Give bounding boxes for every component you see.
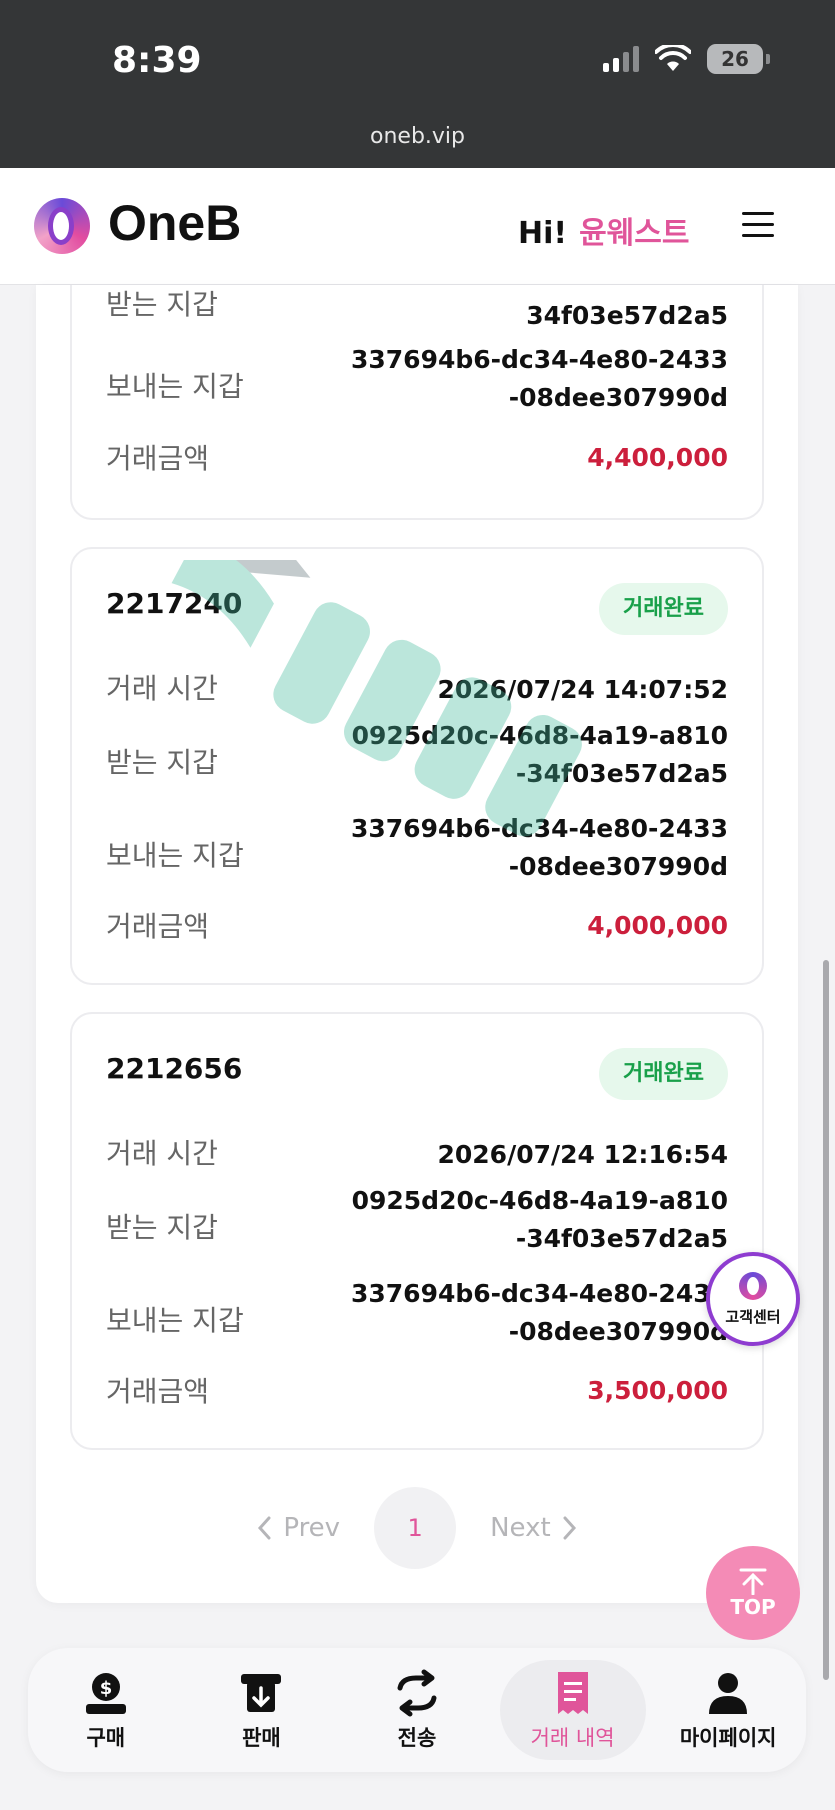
amount-label: 거래금액 (106, 1375, 210, 1408)
transaction-id: 2212656 (106, 1052, 243, 1085)
brand-name[interactable]: OneB (108, 194, 241, 252)
receive-wallet-value: 0925d20c-46d8-4a19-a810-34f03e57d2a5 (351, 1186, 728, 1253)
prev-label: Prev (283, 1513, 341, 1543)
username: 윤웨스트 (579, 216, 690, 251)
next-page-button[interactable]: Next (490, 1513, 577, 1543)
nav-item-buy[interactable]: $ 구매 (33, 1660, 179, 1760)
nav-label: 구매 (86, 1726, 126, 1750)
scroll-top-button[interactable]: TOP (706, 1546, 800, 1640)
chevron-right-icon (563, 1516, 576, 1540)
page-scrollbar[interactable] (823, 960, 829, 1680)
amount-value: 3,500,000 (587, 1376, 728, 1405)
receive-wallet-label: 받는 지갑 (106, 746, 218, 779)
bottom-navigation: $ 구매 판매 전송 거래 내역 마이페이지 (28, 1648, 806, 1772)
hamburger-menu-icon[interactable] (742, 212, 774, 238)
brand-logo-icon (739, 1271, 767, 1300)
nav-item-transfer[interactable]: 전송 (344, 1660, 490, 1760)
buy-icon: $ (81, 1668, 131, 1718)
app-header: OneB Hi! 윤웨스트 (0, 168, 835, 285)
prev-page-button[interactable]: Prev (257, 1513, 340, 1543)
status-badge: 거래완료 (599, 583, 728, 635)
customer-center-button[interactable]: 고객센터 (706, 1252, 800, 1346)
nav-item-mypage[interactable]: 마이페이지 (655, 1660, 801, 1760)
receive-wallet-label: 받는 지갑 (106, 1211, 218, 1244)
nav-label: 마이페이지 (679, 1726, 777, 1750)
nav-label: 판매 (242, 1726, 281, 1750)
receipt-icon (548, 1668, 598, 1718)
tx-time-value: 2026/07/24 14:07:52 (437, 675, 729, 704)
status-time: 8:39 (112, 40, 202, 81)
nav-label: 전송 (397, 1726, 437, 1750)
brand-logo-icon[interactable] (34, 198, 90, 254)
send-wallet-value: 337694b6-dc34-4e80-2433-08dee307990d (350, 345, 728, 412)
receive-wallet-value: 0925d20c-46d8-4a19-a810-34f03e57d2a5 (351, 721, 728, 788)
nav-item-sell[interactable]: 판매 (188, 1660, 334, 1760)
page-number-button[interactable]: 1 (374, 1487, 457, 1569)
receive-wallet-value: 34f03e57d2a5 (526, 301, 728, 330)
transaction-card: 받는 지갑 34f03e57d2a5 보내는 지갑 337694b6-dc34-… (70, 285, 764, 520)
status-badge: 거래완료 (599, 1048, 728, 1100)
user-greeting: Hi! 윤웨스트 (518, 208, 689, 252)
status-icons: 26 (603, 44, 770, 74)
send-wallet-label: 보내는 지갑 (106, 839, 244, 872)
transaction-card[interactable]: 2212656 거래완료 거래 시간 2026/07/24 12:16:54 받… (70, 1012, 764, 1450)
send-wallet-value: 337694b6-dc34-4e80-2433-08dee307990d (350, 814, 728, 881)
pagination: Prev 1 Next (36, 1485, 798, 1571)
nav-item-history[interactable]: 거래 내역 (499, 1660, 646, 1760)
tx-time-label: 거래 시간 (106, 1137, 218, 1170)
transfer-icon (392, 1668, 442, 1718)
address-bar-url[interactable]: oneb.vip (0, 124, 835, 149)
send-wallet-value: 337694b6-dc34-4e80-2433-08dee307990d (350, 1279, 728, 1346)
transaction-card[interactable]: 2217240 거래완료 거래 시간 2026/07/24 14:07:52 받… (70, 547, 764, 985)
transaction-list-panel: 받는 지갑 34f03e57d2a5 보내는 지갑 337694b6-dc34-… (36, 285, 798, 1603)
status-bar: 8:39 26 oneb.vip (0, 0, 835, 168)
amount-value: 4,000,000 (587, 911, 728, 940)
battery-indicator: 26 (707, 44, 770, 74)
amount-label: 거래금액 (106, 910, 210, 943)
receive-wallet-label: 받는 지갑 (106, 288, 218, 321)
amount-value: 4,400,000 (587, 443, 728, 472)
send-wallet-label: 보내는 지갑 (106, 370, 244, 403)
send-wallet-label: 보내는 지갑 (106, 1304, 244, 1337)
transaction-id: 2217240 (106, 587, 243, 620)
svg-text:$: $ (100, 1678, 113, 1699)
nav-label: 거래 내역 (530, 1726, 615, 1750)
cellular-signal-icon (603, 46, 639, 72)
customer-center-label: 고객센터 (725, 1307, 781, 1326)
top-label: TOP (730, 1595, 776, 1619)
user-icon (703, 1668, 753, 1718)
amount-label: 거래금액 (106, 442, 210, 475)
tx-time-value: 2026/07/24 12:16:54 (437, 1140, 729, 1169)
sell-icon (236, 1668, 286, 1718)
wifi-icon (655, 45, 691, 71)
arrow-up-icon (739, 1568, 767, 1595)
tx-time-label: 거래 시간 (106, 672, 218, 705)
next-label: Next (490, 1513, 551, 1543)
greeting-text: Hi! (518, 216, 568, 251)
chevron-left-icon (258, 1516, 271, 1540)
